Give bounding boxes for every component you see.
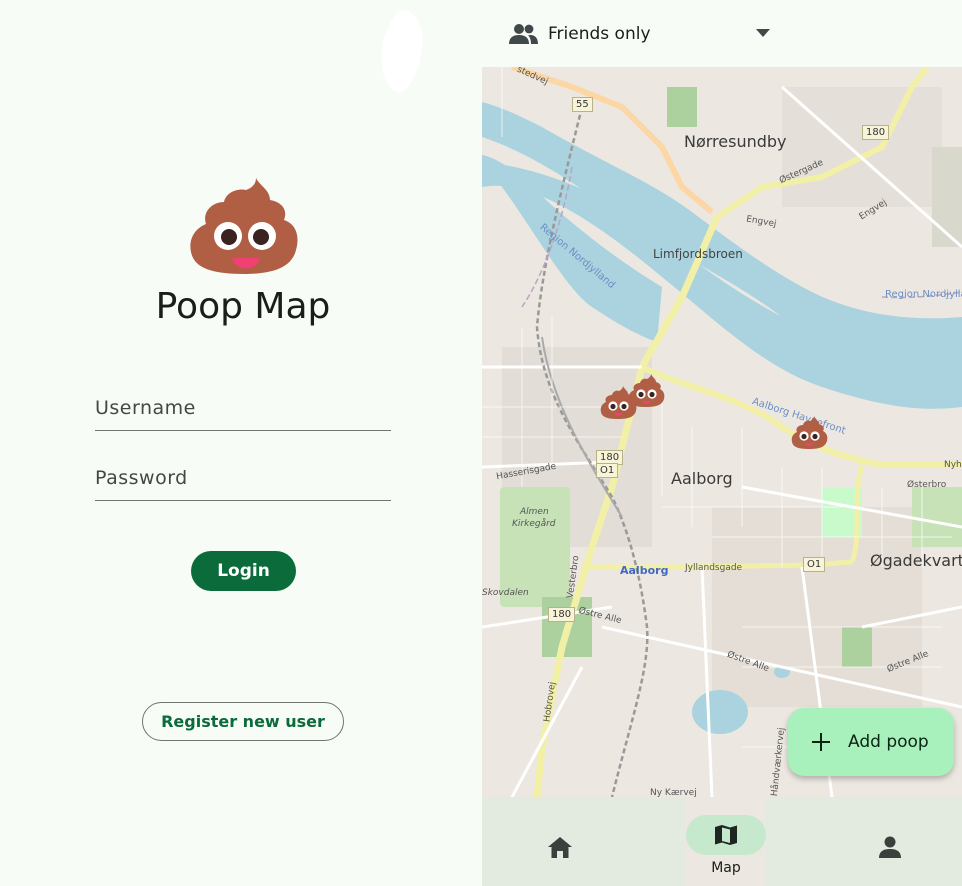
map-icon: [715, 825, 737, 845]
nav-pill-profile: [850, 827, 930, 867]
login-screen: Poop Map Login Register new user: [0, 0, 482, 886]
app-title: Poop Map: [155, 286, 331, 327]
map-label-aalborg: Aalborg: [671, 469, 733, 488]
username-input[interactable]: [95, 381, 391, 430]
username-field-container: [95, 381, 391, 431]
map-label-jyllandsgade: Jyllandsgade: [685, 563, 743, 573]
map-label-aalborg-station: Aalborg: [620, 564, 669, 577]
add-poop-label: Add poop: [848, 732, 929, 752]
map-label-nyhavnsgade: Nyh: [944, 460, 962, 470]
dropdown-arrow-icon: [756, 29, 770, 37]
filter-selected-value: Friends only: [548, 24, 651, 44]
road-shield-180-left: 180: [548, 607, 576, 622]
bottom-navigation-bar: Map: [482, 797, 962, 886]
person-icon: [879, 836, 901, 858]
password-input[interactable]: [95, 451, 391, 500]
map-label-skovdalen: Skovdalen: [482, 588, 529, 598]
nav-pill-home: [520, 827, 600, 867]
plus-icon: [812, 733, 830, 751]
road-shield-01-center: O1: [596, 463, 619, 478]
poop-marker[interactable]: [790, 415, 828, 451]
poop-logo-icon: [190, 178, 298, 274]
nav-item-profile[interactable]: [850, 797, 930, 886]
map-label-ny-kaervej: Ny Kærvej: [650, 788, 697, 797]
map-label-limfjordsbroen: Limfjordsbroen: [653, 247, 743, 261]
map-label-almen: Almen: [520, 507, 549, 517]
map-label-region-nordjylland-2: Region Nordjylland: [885, 289, 962, 300]
password-field-container: [95, 451, 391, 501]
nav-pill-map: [686, 815, 766, 855]
people-icon: [509, 24, 538, 44]
nav-item-home[interactable]: [520, 797, 600, 886]
map-screen: Friends only Nørresundby Limfjordsbroen …: [482, 0, 962, 886]
road-shield-55: 55: [572, 97, 593, 112]
road-shield-180-top: 180: [862, 125, 890, 140]
map-label-kirkegard: Kirkegård: [512, 519, 556, 529]
nav-label-map: Map: [711, 860, 741, 876]
nav-item-map[interactable]: Map: [686, 797, 766, 886]
map-label-osterbro: Østerbro: [907, 480, 947, 490]
add-poop-button[interactable]: Add poop: [788, 708, 954, 776]
road-shield-01-right: O1: [803, 557, 826, 572]
login-button[interactable]: Login: [191, 551, 296, 591]
home-icon: [548, 837, 572, 858]
poop-marker[interactable]: [627, 373, 665, 409]
map-label-ogadekvarter: Øgadekvarter: [870, 551, 962, 570]
decorative-blob: [381, 10, 423, 93]
visibility-filter-dropdown[interactable]: Friends only: [508, 14, 778, 54]
map-label-norresundby: Nørresundby: [684, 132, 787, 151]
register-button[interactable]: Register new user: [142, 702, 344, 741]
app-root: Poop Map Login Register new user Friends…: [0, 0, 962, 886]
map-view[interactable]: Nørresundby Limfjordsbroen Aalborg Aalbo…: [482, 67, 962, 797]
